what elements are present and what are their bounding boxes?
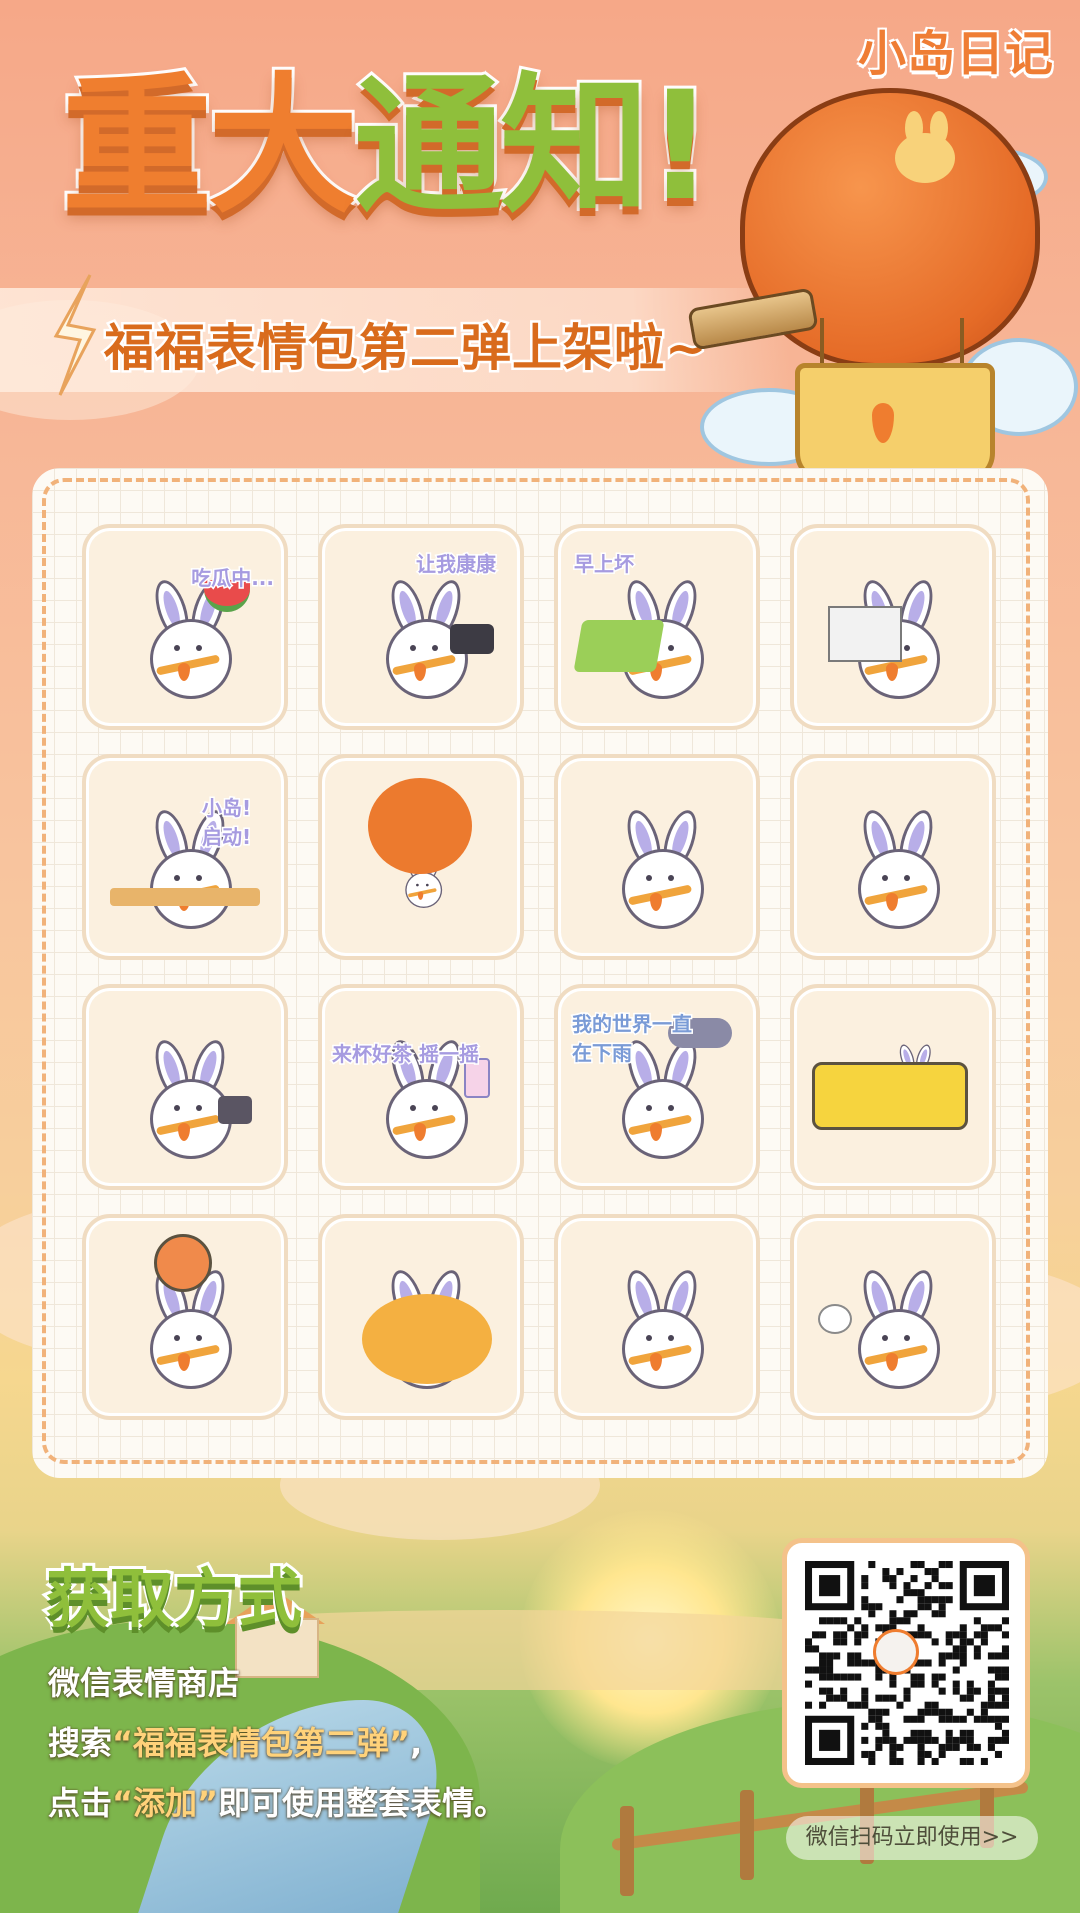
access-line-3: 点击“添加”即可使用整套表情。 [48, 1778, 506, 1824]
page-subtitle: 福福表情包第二弹上架啦~ [102, 317, 710, 380]
bunny-icon [602, 1266, 712, 1389]
page-title: 重大通知! [59, 69, 717, 225]
truck-icon [812, 1062, 968, 1130]
newspaper-icon [828, 606, 902, 662]
sticker-grid: 吃瓜中... 让我康康 早上坏小岛!启动! 来杯好茶 摇一摇 我的世界一直在下雨 [82, 524, 996, 1420]
sticker-caption: 来杯好茶 摇一摇 [331, 1041, 481, 1068]
bunny-icon [838, 1266, 948, 1389]
burst-icon [53, 274, 97, 396]
balloon-basket [795, 363, 995, 483]
sticker-tile[interactable]: 小岛!启动! [82, 754, 288, 960]
access-line-3-suffix: 即可使用整套表情。 [218, 1784, 507, 1822]
phone-icon [218, 1096, 252, 1124]
access-line-2-suffix: , [410, 1724, 423, 1762]
sticker-tile[interactable]: 让我康康 [318, 524, 524, 730]
title-part-orange: 重大 [59, 60, 361, 234]
access-line-1-text: 微信表情商店 [48, 1664, 241, 1702]
laptop-icon [573, 620, 665, 672]
access-line-2-prefix: 搜索 [48, 1724, 113, 1762]
fence-post [620, 1806, 634, 1896]
balloon-illustration [687, 88, 1078, 483]
lounge-icon [362, 1294, 492, 1384]
sticker-tile[interactable] [790, 984, 996, 1190]
qr-card[interactable] [782, 1538, 1030, 1788]
access-line-3-prefix: 点击 [48, 1784, 113, 1822]
sticker-tile[interactable] [318, 1214, 524, 1420]
sticker-caption: 让我康康 [415, 551, 498, 578]
sticker-tile[interactable] [554, 1214, 760, 1420]
sticker-tile[interactable] [790, 524, 996, 730]
ball-icon [154, 1234, 212, 1292]
sticker-tile[interactable] [318, 754, 524, 960]
laptop-desk-icon [110, 888, 260, 906]
sticker-tile[interactable]: 早上坏 [554, 524, 760, 730]
title-part-green: 通知! [351, 60, 717, 234]
sticker-tile[interactable] [82, 1214, 288, 1420]
scan-to-use-button[interactable]: 微信扫码立即使用>> [786, 1816, 1038, 1860]
camera-icon [450, 624, 494, 654]
bunny-icon [602, 806, 712, 929]
qr-center-avatar [873, 1629, 919, 1675]
access-line-3-highlight: “添加” [112, 1784, 219, 1822]
puff-icon [818, 1304, 852, 1334]
sticker-caption: 我的世界一直在下雨 [571, 1011, 694, 1067]
access-line-2: 搜索“福福表情包第二弹”, [48, 1718, 422, 1764]
sticker-tile[interactable]: 吃瓜中... [82, 524, 288, 730]
bunny-icon [838, 806, 948, 929]
sticker-tile[interactable] [554, 754, 760, 960]
fence-post [740, 1790, 754, 1880]
access-line-2-highlight: “福福表情包第二弹” [112, 1724, 411, 1762]
sticker-tile[interactable]: 我的世界一直在下雨 [554, 984, 760, 1190]
poster: 小岛日记 重大通知! 福福表情包第二弹上架啦~ 吃瓜中... 让我康康 早上坏小岛!… [0, 0, 1080, 1913]
hot-air-balloon-icon [368, 778, 472, 874]
sticker-tile[interactable] [790, 1214, 996, 1420]
access-line-1: 微信表情商店 [48, 1658, 240, 1704]
sticker-caption: 小岛!启动! [201, 795, 253, 851]
brand-logo: 小岛日记 [857, 26, 1054, 82]
sticker-tile[interactable]: 来杯好茶 摇一摇 [318, 984, 524, 1190]
sticker-caption: 早上坏 [573, 551, 636, 578]
sticker-tile[interactable] [82, 984, 288, 1190]
sticker-caption: 吃瓜中... [190, 565, 276, 592]
access-title: 获取方式 [43, 1560, 305, 1640]
sticker-tile[interactable] [790, 754, 996, 960]
